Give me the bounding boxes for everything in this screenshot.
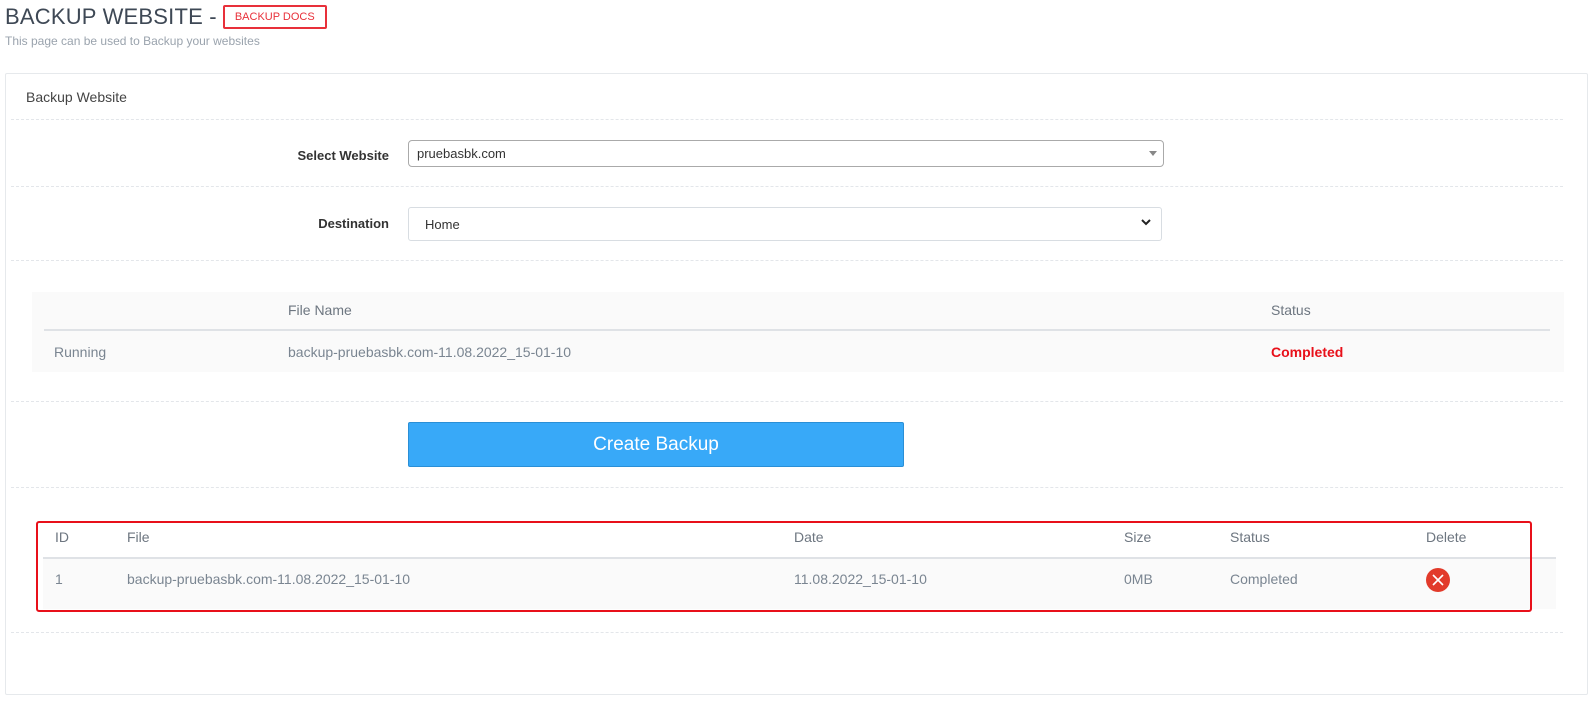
progress-status: Completed — [1271, 344, 1344, 360]
column-header-status: Status — [1271, 302, 1311, 318]
column-header-file-name: File Name — [288, 302, 352, 318]
highlight-box — [36, 521, 1532, 612]
page-title-row: BACKUP WEBSITE - BACKUP DOCS — [5, 4, 327, 30]
table-header — [44, 292, 1550, 331]
destination-value: Home — [425, 217, 460, 232]
divider — [11, 632, 1563, 633]
backup-progress-table: File Name Status Running backup-pruebasb… — [32, 292, 1564, 372]
dropdown-arrow-icon — [1149, 151, 1157, 156]
progress-state: Running — [54, 344, 107, 360]
page-subtitle: This page can be used to Backup your web… — [5, 34, 260, 48]
page-header: BACKUP WEBSITE - BACKUP DOCS This page c… — [5, 4, 327, 48]
select-website-dropdown[interactable]: pruebasbk.com — [408, 140, 1164, 167]
select-website-label: Select Website — [297, 148, 389, 163]
divider — [11, 186, 1563, 187]
divider — [11, 487, 1563, 488]
destination-select[interactable]: Home — [408, 207, 1162, 241]
backup-panel: Backup Website Select Website pruebasbk.… — [5, 73, 1588, 695]
progress-file-name: backup-pruebasbk.com-11.08.2022_15-01-10 — [288, 344, 572, 360]
divider — [11, 119, 1563, 120]
destination-label: Destination — [318, 216, 389, 231]
page-title: BACKUP WEBSITE - — [5, 4, 217, 29]
chevron-down-icon — [1141, 219, 1151, 226]
create-backup-button[interactable]: Create Backup — [408, 422, 904, 467]
panel-title: Backup Website — [26, 89, 127, 105]
select-website-value: pruebasbk.com — [417, 146, 506, 161]
backup-docs-link[interactable]: BACKUP DOCS — [222, 5, 327, 29]
divider — [11, 401, 1563, 402]
divider — [11, 260, 1563, 261]
